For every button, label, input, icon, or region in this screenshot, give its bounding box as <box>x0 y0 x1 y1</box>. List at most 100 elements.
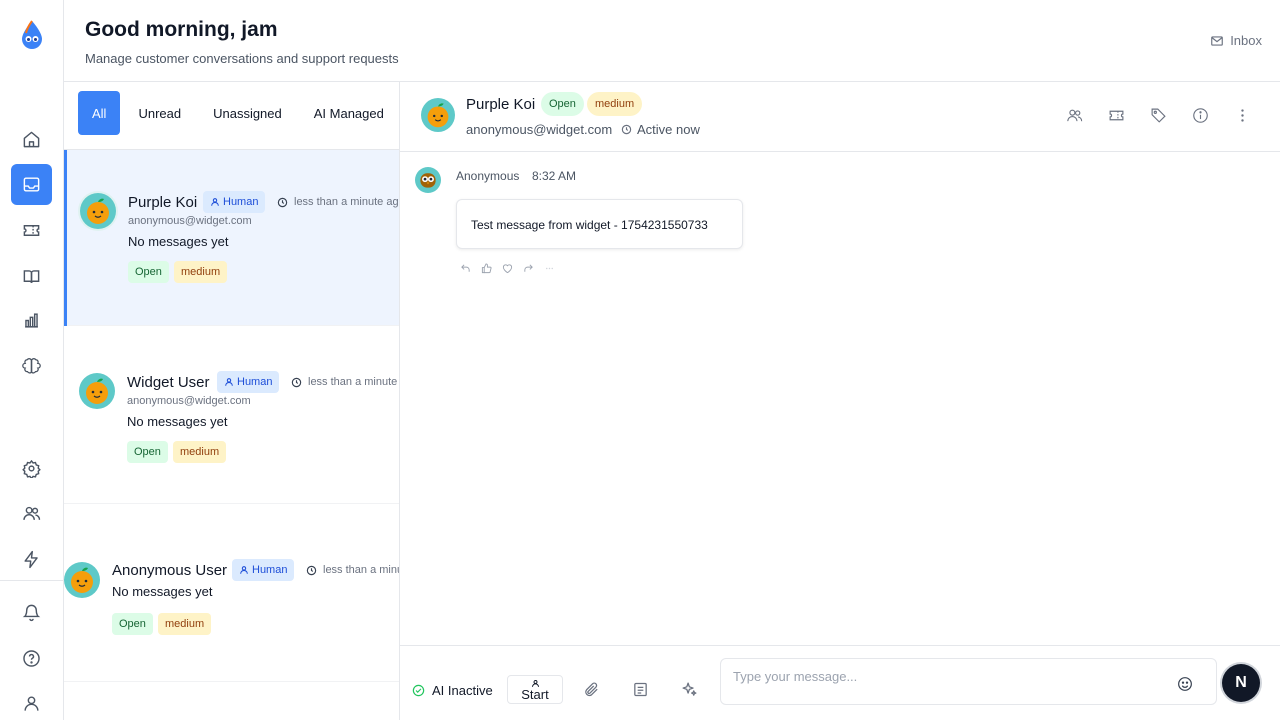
avatar <box>79 373 115 409</box>
human-badge-label: Human <box>223 196 259 208</box>
left-rail <box>0 0 64 720</box>
filter-tabs: All Unread Unassigned AI Managed <box>78 91 399 135</box>
message-more-button[interactable] <box>543 262 555 274</box>
user-icon <box>24 696 39 711</box>
nav-ai[interactable] <box>11 346 52 387</box>
message-preview: No messages yet <box>127 414 228 429</box>
status-badge: Open <box>127 441 168 463</box>
conversation-item[interactable]: Purple Koi Human less than a minute ago … <box>64 150 399 326</box>
conversation-time: less than a minute ago <box>291 376 399 388</box>
nav-knowledge[interactable] <box>11 256 52 297</box>
notes-button[interactable] <box>631 680 649 698</box>
chat-contact-name: Purple Koi <box>466 96 536 113</box>
message-preview: No messages yet <box>128 234 229 249</box>
emoji-icon[interactable] <box>1177 676 1193 692</box>
message-sender: Anonymous <box>456 169 520 183</box>
presence-label: Active now <box>637 122 700 137</box>
tag-icon <box>1151 108 1166 123</box>
inbox-icon <box>23 177 40 192</box>
human-badge: Human <box>217 371 280 393</box>
contact-email: anonymous@widget.com <box>127 395 251 407</box>
message-bubble: Test message from widget - 1754231550733 <box>456 199 743 249</box>
home-icon <box>23 131 40 148</box>
presence-indicator: Active now <box>621 122 700 137</box>
nav-home[interactable] <box>11 119 52 160</box>
message-input-box <box>720 658 1217 705</box>
status-badge: Open <box>112 613 153 635</box>
contact-name: Widget User <box>127 374 210 391</box>
message-input[interactable] <box>733 669 1163 684</box>
chat-header: Purple Koi Open medium anonymous@widget.… <box>400 82 1280 152</box>
heart-button[interactable] <box>501 262 513 274</box>
info-icon <box>1192 107 1208 123</box>
start-button[interactable]: Start <box>507 675 563 704</box>
orange-avatar-icon <box>86 378 108 404</box>
help-icon <box>23 650 40 667</box>
priority-badge: medium <box>158 613 212 635</box>
ticket-icon <box>1109 110 1123 120</box>
human-badge-label: Human <box>252 564 288 576</box>
conversation-list-panel: All Unread Unassigned AI Managed Purple … <box>64 82 400 720</box>
priority-badge: medium <box>174 261 228 283</box>
sparkles-icon <box>681 681 697 696</box>
brain-icon <box>22 358 41 374</box>
more-options-button[interactable] <box>1232 105 1252 125</box>
inbox-label: Inbox <box>1230 33 1262 48</box>
start-button-label: Start <box>521 686 549 702</box>
ai-status[interactable]: AI Inactive <box>412 683 493 698</box>
reply-button[interactable] <box>459 262 471 274</box>
app-logo-icon[interactable] <box>19 20 45 50</box>
bell-icon <box>22 604 41 622</box>
nav-team[interactable] <box>11 493 52 534</box>
tab-unread[interactable]: Unread <box>124 91 195 135</box>
person-icon <box>225 378 233 386</box>
nav-tickets[interactable] <box>11 210 52 251</box>
message-preview: No messages yet <box>112 584 213 599</box>
assign-icon <box>1066 109 1082 121</box>
person-icon <box>211 198 219 206</box>
nav-analytics[interactable] <box>11 300 52 341</box>
contact-avatar <box>421 98 455 132</box>
clock-icon <box>306 565 317 575</box>
mail-icon <box>1211 35 1224 46</box>
nav-settings[interactable] <box>11 448 52 489</box>
tab-unassigned[interactable]: Unassigned <box>199 91 296 135</box>
avatar <box>64 562 100 598</box>
like-button[interactable] <box>480 262 492 274</box>
human-badge: Human <box>203 191 266 213</box>
more-icon <box>545 267 553 269</box>
forward-icon <box>523 264 533 272</box>
forward-button[interactable] <box>522 262 534 274</box>
assign-button[interactable] <box>1064 105 1084 125</box>
tag-button[interactable] <box>1148 105 1168 125</box>
clock-icon <box>277 197 288 207</box>
person-icon <box>240 566 248 574</box>
message-time: 8:32 AM <box>532 169 577 183</box>
next-dev-tools-button[interactable]: N <box>1222 664 1260 702</box>
more-vertical-icon <box>1240 108 1244 122</box>
conversation-item[interactable]: Widget User Human less than a minute ago… <box>64 328 399 504</box>
nav-notifications[interactable] <box>11 592 52 633</box>
nav-profile[interactable] <box>11 683 52 720</box>
tab-ai-managed[interactable]: AI Managed <box>300 91 398 135</box>
conversation-time: less than a minute ago <box>277 196 399 208</box>
contact-email: anonymous@widget.com <box>128 215 252 227</box>
info-button[interactable] <box>1190 105 1210 125</box>
nav-help[interactable] <box>11 638 52 679</box>
nav-automation[interactable] <box>11 539 52 580</box>
conversation-item[interactable]: Anonymous User Human less than a minute … <box>64 506 399 682</box>
rail-divider <box>0 580 63 581</box>
thumbs-up-icon <box>481 262 492 273</box>
human-badge: Human <box>232 559 295 581</box>
attach-button[interactable] <box>582 680 600 698</box>
nav-inbox[interactable] <box>11 164 52 205</box>
conversation-time: less than a minute ago <box>306 564 399 576</box>
check-circle-icon <box>412 684 425 697</box>
page-header: Good morning, jam Manage customer conver… <box>64 0 1280 82</box>
create-ticket-button[interactable] <box>1106 105 1126 125</box>
ai-assist-button[interactable] <box>680 680 698 698</box>
users-icon <box>23 506 41 520</box>
note-icon <box>633 682 647 696</box>
inbox-link[interactable]: Inbox <box>1210 33 1262 48</box>
tab-all[interactable]: All <box>78 91 121 135</box>
